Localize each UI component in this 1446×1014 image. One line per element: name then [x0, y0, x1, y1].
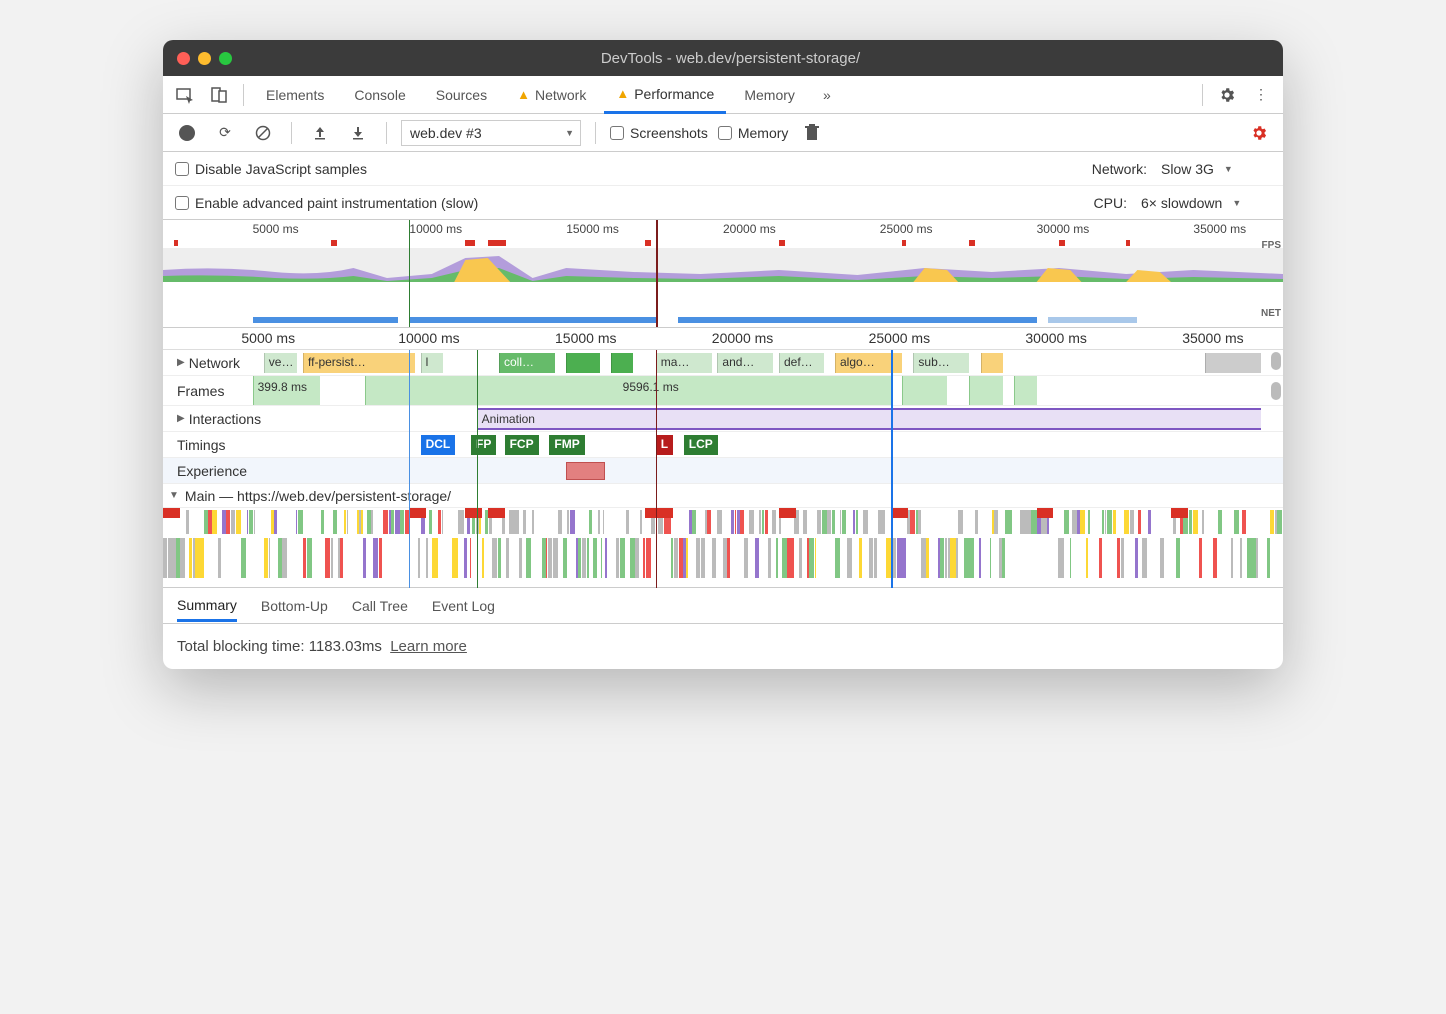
- profile-select[interactable]: web.dev #3: [401, 120, 581, 146]
- tab-network[interactable]: ▲Network: [505, 76, 598, 114]
- minimize-icon[interactable]: [198, 52, 211, 65]
- capture-settings-icon[interactable]: [1245, 119, 1273, 147]
- timing-fmp[interactable]: FMP: [549, 435, 584, 455]
- traffic-lights: [177, 52, 232, 65]
- tab-bottom-up[interactable]: Bottom-Up: [261, 598, 328, 614]
- tab-console[interactable]: Console: [342, 76, 417, 114]
- cpu-throttle-label: CPU:: [1094, 195, 1127, 211]
- disable-js-checkbox[interactable]: Disable JavaScript samples: [175, 161, 367, 177]
- devtools-window: DevTools - web.dev/persistent-storage/ E…: [163, 40, 1283, 669]
- timing-fcp[interactable]: FCP: [505, 435, 539, 455]
- timing-lcp[interactable]: LCP: [684, 435, 718, 455]
- network-track[interactable]: ▶Network ve… ff-persist… l coll… ma… and…: [163, 350, 1283, 376]
- inspect-icon[interactable]: [171, 81, 199, 109]
- cpu-throttle-select[interactable]: 6× slowdown: [1141, 195, 1271, 211]
- overview-ruler: 5000 ms 10000 ms 15000 ms 20000 ms 25000…: [163, 220, 1283, 240]
- marker-line: [656, 220, 658, 327]
- zoom-icon[interactable]: [219, 52, 232, 65]
- window-title: DevTools - web.dev/persistent-storage/: [252, 50, 1209, 67]
- options-row-1: Disable JavaScript samples Network: Slow…: [163, 152, 1283, 186]
- overview-pane[interactable]: 5000 ms 10000 ms 15000 ms 20000 ms 25000…: [163, 220, 1283, 328]
- more-tabs-icon[interactable]: »: [813, 81, 841, 109]
- clear-button[interactable]: [249, 119, 277, 147]
- summary-panel: Total blocking time: 1183.03ms Learn mor…: [163, 624, 1283, 669]
- main-track-header[interactable]: ▼Main — https://web.dev/persistent-stora…: [163, 484, 1283, 508]
- screenshots-checkbox[interactable]: Screenshots: [610, 125, 708, 141]
- tab-call-tree[interactable]: Call Tree: [352, 598, 408, 614]
- timing-fp[interactable]: FP: [471, 435, 496, 455]
- cpu-band: [163, 248, 1283, 282]
- record-button[interactable]: [173, 119, 201, 147]
- tab-sources[interactable]: Sources: [424, 76, 499, 114]
- marker-line: [409, 220, 410, 327]
- device-toggle-icon[interactable]: [205, 81, 233, 109]
- panel-tabbar: Elements Console Sources ▲Network ▲Perfo…: [163, 76, 1283, 114]
- experience-track[interactable]: Experience: [163, 458, 1283, 484]
- kebab-menu-icon[interactable]: ⋮: [1247, 81, 1275, 109]
- interactions-track[interactable]: ▶Interactions Animation: [163, 406, 1283, 432]
- settings-icon[interactable]: [1213, 81, 1241, 109]
- tbt-label: Total blocking time:: [177, 638, 309, 655]
- tbt-value: 1183.03ms: [309, 638, 382, 655]
- frames-track[interactable]: Frames 399.8 ms 9596.1 ms: [163, 376, 1283, 406]
- timing-dcl[interactable]: DCL: [421, 435, 456, 455]
- memory-checkbox[interactable]: Memory: [718, 125, 789, 141]
- main-flame-chart[interactable]: [163, 508, 1283, 588]
- learn-more-link[interactable]: Learn more: [390, 638, 467, 655]
- titlebar: DevTools - web.dev/persistent-storage/: [163, 40, 1283, 76]
- perf-toolbar: ⟳ web.dev #3 Screenshots Memory: [163, 114, 1283, 152]
- close-icon[interactable]: [177, 52, 190, 65]
- details-tabbar: Summary Bottom-Up Call Tree Event Log: [163, 588, 1283, 624]
- options-row-2: Enable advanced paint instrumentation (s…: [163, 186, 1283, 220]
- tab-summary[interactable]: Summary: [177, 597, 237, 622]
- warning-icon: ▲: [517, 87, 530, 102]
- garbage-collect-button[interactable]: [798, 119, 826, 147]
- reload-record-button[interactable]: ⟳: [211, 119, 239, 147]
- timeline-ruler[interactable]: 5000 ms 10000 ms 15000 ms 20000 ms 25000…: [163, 328, 1283, 350]
- tab-performance[interactable]: ▲Performance: [604, 76, 726, 114]
- experience-cls-marker[interactable]: [566, 462, 605, 480]
- timings-track[interactable]: Timings DCL FP FCP FMP L LCP: [163, 432, 1283, 458]
- warning-icon: ▲: [616, 86, 629, 101]
- network-throttle-label: Network:: [1092, 161, 1147, 177]
- tab-elements[interactable]: Elements: [254, 76, 336, 114]
- tab-memory[interactable]: Memory: [732, 76, 807, 114]
- net-band: [163, 315, 1283, 325]
- load-profile-button[interactable]: [306, 119, 334, 147]
- timing-l[interactable]: L: [656, 435, 673, 455]
- tab-event-log[interactable]: Event Log: [432, 598, 495, 614]
- network-throttle-select[interactable]: Slow 3G: [1161, 161, 1271, 177]
- tracks-area[interactable]: ▶Network ve… ff-persist… l coll… ma… and…: [163, 350, 1283, 588]
- save-profile-button[interactable]: [344, 119, 372, 147]
- enable-paint-checkbox[interactable]: Enable advanced paint instrumentation (s…: [175, 195, 478, 211]
